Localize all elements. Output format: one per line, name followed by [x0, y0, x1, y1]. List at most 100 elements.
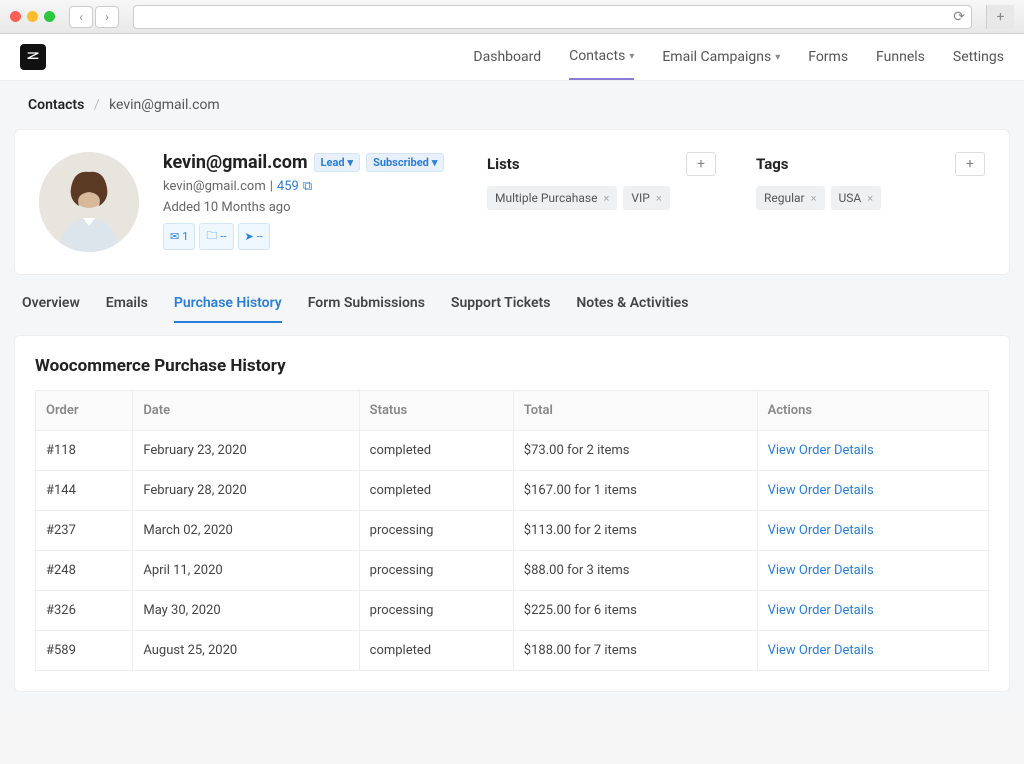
orders-table: Order Date Status Total Actions #118Febr… — [35, 390, 989, 671]
cell-status: completed — [359, 631, 513, 671]
table-row: #589August 25, 2020completed$188.00 for … — [36, 631, 989, 671]
nav-dashboard[interactable]: Dashboard — [473, 48, 541, 66]
breadcrumb-root[interactable]: Contacts — [28, 97, 84, 113]
add-tag-button[interactable]: + — [955, 152, 985, 176]
contact-id-link[interactable]: 459 — [277, 179, 299, 194]
cell-action: View Order Details — [757, 431, 988, 471]
tab-overview[interactable]: Overview — [22, 295, 80, 323]
view-order-link[interactable]: View Order Details — [768, 563, 874, 578]
external-link-icon[interactable]: ⧉ — [303, 179, 312, 194]
nav-settings[interactable]: Settings — [953, 48, 1004, 66]
chevron-down-icon: ▾ — [775, 52, 780, 63]
close-window-icon[interactable] — [10, 11, 21, 22]
tab-form-submissions[interactable]: Form Submissions — [308, 295, 425, 323]
app-logo[interactable] — [20, 44, 46, 70]
remove-icon[interactable]: × — [811, 192, 817, 205]
cell-date: February 28, 2020 — [133, 471, 359, 511]
th-actions: Actions — [757, 391, 988, 431]
cell-total: $88.00 for 3 items — [513, 551, 757, 591]
reload-icon[interactable]: ⟳ — [953, 9, 965, 25]
cell-status: completed — [359, 471, 513, 511]
contact-tabs: Overview Emails Purchase History Form Su… — [14, 275, 1010, 323]
nav-email-campaigns[interactable]: Email Campaigns▾ — [662, 48, 780, 66]
table-row: #248April 11, 2020processing$88.00 for 3… — [36, 551, 989, 591]
cell-status: processing — [359, 511, 513, 551]
cell-total: $167.00 for 1 items — [513, 471, 757, 511]
chevron-down-icon: ▾ — [629, 51, 634, 62]
panel-title: Woocommerce Purchase History — [35, 356, 989, 376]
view-order-link[interactable]: View Order Details — [768, 643, 874, 658]
maximize-window-icon[interactable] — [44, 11, 55, 22]
nav-funnels[interactable]: Funnels — [876, 48, 925, 66]
cell-date: March 02, 2020 — [133, 511, 359, 551]
th-order: Order — [36, 391, 133, 431]
mail-count[interactable]: ✉ 1 — [163, 223, 195, 250]
cell-total: $73.00 for 2 items — [513, 431, 757, 471]
cell-status: processing — [359, 551, 513, 591]
table-row: #144February 28, 2020completed$167.00 fo… — [36, 471, 989, 511]
url-bar[interactable]: ⟳ — [133, 5, 972, 29]
cell-date: February 23, 2020 — [133, 431, 359, 471]
cell-order: #248 — [36, 551, 133, 591]
cell-order: #144 — [36, 471, 133, 511]
add-list-button[interactable]: + — [686, 152, 716, 176]
contact-name: kevin@gmail.com — [163, 152, 308, 173]
avatar — [39, 152, 139, 252]
cell-action: View Order Details — [757, 551, 988, 591]
remove-icon[interactable]: × — [867, 192, 873, 205]
cell-order: #118 — [36, 431, 133, 471]
cell-date: May 30, 2020 — [133, 591, 359, 631]
view-order-link[interactable]: View Order Details — [768, 483, 874, 498]
table-row: #118February 23, 2020completed$73.00 for… — [36, 431, 989, 471]
cell-order: #326 — [36, 591, 133, 631]
tab-notes-activities[interactable]: Notes & Activities — [576, 295, 688, 323]
cell-status: processing — [359, 591, 513, 631]
cell-action: View Order Details — [757, 631, 988, 671]
cell-action: View Order Details — [757, 471, 988, 511]
browser-chrome: ‹ › ⟳ + — [0, 0, 1024, 34]
breadcrumb-current: kevin@gmail.com — [109, 97, 220, 113]
nav-contacts[interactable]: Contacts▾ — [569, 48, 634, 80]
cell-date: April 11, 2020 — [133, 551, 359, 591]
remove-icon[interactable]: × — [656, 192, 662, 205]
lead-pill[interactable]: Lead ▾ — [314, 153, 361, 172]
tab-support-tickets[interactable]: Support Tickets — [451, 295, 550, 323]
cell-total: $113.00 for 2 items — [513, 511, 757, 551]
cell-total: $225.00 for 6 items — [513, 591, 757, 631]
new-tab-button[interactable]: + — [986, 5, 1014, 29]
send-count[interactable]: ➤ -- — [238, 223, 270, 250]
profile-card: kevin@gmail.com Lead ▾ Subscribed ▾ kevi… — [14, 129, 1010, 275]
nav-forms[interactable]: Forms — [808, 48, 848, 66]
forward-button[interactable]: › — [95, 6, 119, 28]
tab-emails[interactable]: Emails — [106, 295, 148, 323]
th-total: Total — [513, 391, 757, 431]
tag-chip[interactable]: Regular× — [756, 186, 825, 210]
cell-action: View Order Details — [757, 511, 988, 551]
th-status: Status — [359, 391, 513, 431]
back-button[interactable]: ‹ — [69, 6, 93, 28]
cell-status: completed — [359, 431, 513, 471]
tags-heading: Tags — [756, 155, 789, 173]
table-row: #326May 30, 2020processing$225.00 for 6 … — [36, 591, 989, 631]
tag-chip[interactable]: USA× — [831, 186, 882, 210]
remove-icon[interactable]: × — [604, 192, 610, 205]
lists-heading: Lists — [487, 155, 520, 173]
minimize-window-icon[interactable] — [27, 11, 38, 22]
top-nav: Dashboard Contacts▾ Email Campaigns▾ For… — [0, 34, 1024, 81]
cell-order: #237 — [36, 511, 133, 551]
view-order-link[interactable]: View Order Details — [768, 523, 874, 538]
cell-order: #589 — [36, 631, 133, 671]
cell-total: $188.00 for 7 items — [513, 631, 757, 671]
contact-email: kevin@gmail.com — [163, 179, 266, 194]
breadcrumb: Contacts / kevin@gmail.com — [14, 81, 1010, 129]
subscribed-pill[interactable]: Subscribed ▾ — [366, 153, 444, 172]
list-chip[interactable]: VIP× — [623, 186, 669, 210]
view-order-link[interactable]: View Order Details — [768, 443, 874, 458]
view-order-link[interactable]: View Order Details — [768, 603, 874, 618]
th-date: Date — [133, 391, 359, 431]
list-chip[interactable]: Multiple Purcahase× — [487, 186, 617, 210]
folder-count[interactable]: 🗀 -- — [199, 223, 233, 250]
tab-purchase-history[interactable]: Purchase History — [174, 295, 282, 323]
cell-date: August 25, 2020 — [133, 631, 359, 671]
cell-action: View Order Details — [757, 591, 988, 631]
